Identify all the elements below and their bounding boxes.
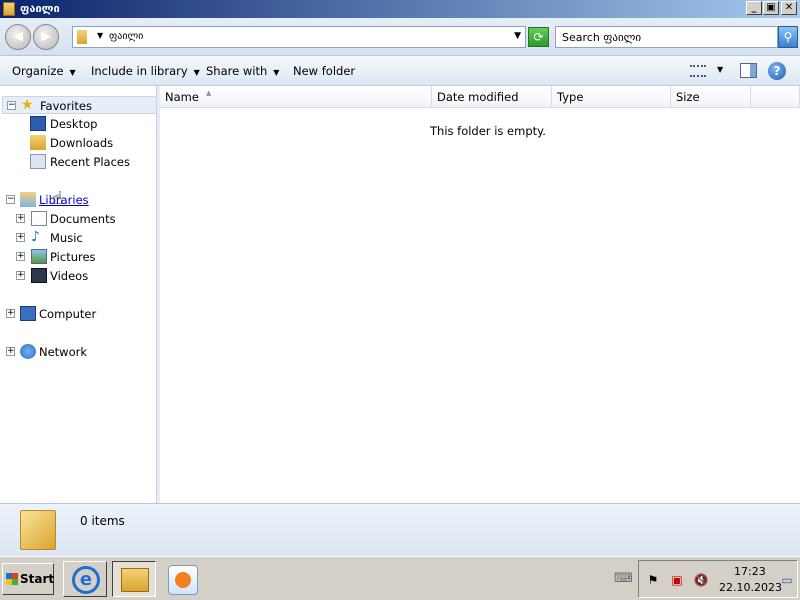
column-label: Size [676,90,700,104]
documents-icon [31,211,47,226]
search-placeholder: Search ფაილი [562,31,642,44]
chevron-down-icon: ▼ [69,68,76,77]
file-list[interactable]: Name ▲ Date modified Type Size This fold… [160,86,800,503]
change-view-icon[interactable] [690,65,706,77]
keyboard-icon[interactable]: ⌨ [614,571,633,586]
search-input[interactable]: Search ფაილი [555,26,778,48]
include-in-library-label: Include in library [91,64,188,78]
column-header-extra[interactable] [751,86,800,108]
organize-button[interactable]: Organize ▼ [12,64,76,78]
collapse-icon[interactable]: − [7,101,16,110]
expand-icon[interactable]: + [16,214,25,223]
videos-icon [31,268,47,283]
breadcrumb-arrow-icon[interactable]: ▼ [97,31,103,40]
downloads-icon [30,135,46,150]
music-icon: ♪ [31,229,40,245]
desktop-icon [30,116,46,131]
expand-icon[interactable]: + [16,271,25,280]
start-label: Start [20,572,55,586]
preview-pane-icon[interactable] [740,63,757,78]
include-in-library-button[interactable]: Include in library ▼ [91,64,200,78]
share-with-button[interactable]: Share with ▼ [206,64,279,78]
organize-label: Organize [12,64,64,78]
close-button[interactable]: ✕ [781,1,797,15]
nav-label: Music [50,231,83,245]
nav-label: Favorites [40,99,92,113]
nav-favorites[interactable]: − ★ Favorites [2,96,157,114]
address-bar[interactable]: ▼ ფაილი ▼ [72,26,526,48]
windows-explorer-icon [121,568,149,592]
internet-explorer-icon: e [72,566,100,594]
maximize-button[interactable]: ▣ [763,1,779,15]
windows-logo-icon [6,573,18,585]
taskbar-windows-explorer[interactable] [112,561,156,597]
new-folder-button[interactable]: New folder [293,64,355,78]
nav-label: Desktop [50,117,98,131]
recent-places-icon [30,154,46,169]
folder-icon [20,510,56,550]
folder-icon [3,2,15,16]
taskbar-internet-explorer[interactable]: e [63,561,107,597]
title-bar: ფაილი _ ▣ ✕ [0,0,800,18]
empty-folder-message: This folder is empty. [430,124,546,138]
address-dropdown-icon[interactable]: ▼ [514,31,521,41]
volume-muted-icon[interactable]: 🔇 [693,573,709,587]
taskbar: Start e ⌨ ⚑ ▣ 🔇 ▭ 17:23 22.10.2023 [0,556,800,600]
media-player-icon[interactable] [168,565,198,595]
pictures-icon [31,249,47,264]
command-bar: Organize ▼ Include in library ▼ Share with… [0,56,800,86]
details-pane: 0 items [0,503,800,556]
nav-label: Downloads [50,136,114,150]
computer-icon [20,306,36,321]
network-disconnected-icon[interactable]: ▣ [669,573,685,587]
refresh-button[interactable]: ⟳ [528,27,549,47]
action-center-flag-icon[interactable]: ⚑ [645,573,661,587]
nav-label: Computer [39,307,97,321]
start-button[interactable]: Start [2,563,54,595]
hand-cursor-icon: ☝ [52,188,63,209]
item-count: 0 items [80,514,125,528]
chevron-down-icon[interactable]: ▼ [717,65,723,74]
nav-label: Videos [50,269,89,283]
nav-label: Documents [50,212,116,226]
address-row: ◀ ▶ ▼ ფაილი ▼ ⟳ Search ფაილი ⚲ [0,18,800,56]
sort-ascending-icon: ▲ [206,89,212,97]
libraries-icon [20,192,36,207]
expand-icon[interactable]: + [6,347,15,356]
help-icon[interactable]: ? [768,62,786,80]
folder-icon [77,30,87,44]
collapse-icon[interactable]: − [6,195,15,204]
network-icon [20,344,36,359]
nav-label: Network [39,345,88,359]
column-header-size[interactable]: Size [671,86,751,108]
chevron-down-icon: ▼ [273,68,280,77]
column-header-name[interactable]: Name ▲ [160,86,432,108]
chevron-down-icon: ▼ [193,68,200,77]
search-icon[interactable]: ⚲ [778,26,798,48]
nav-label: Libraries [39,193,89,207]
navigation-pane: − ★ Favorites Desktop Downloads Recent P… [0,86,157,503]
expand-icon[interactable]: + [6,309,15,318]
clock-date[interactable]: 22.10.2023 [719,581,782,594]
share-with-label: Share with [206,64,268,78]
column-label: Date modified [437,90,519,104]
address-path[interactable]: ფაილი [109,31,143,42]
nav-label: Recent Places [50,155,130,169]
star-icon: ★ [21,97,34,113]
nav-label: Pictures [50,250,96,264]
forward-button[interactable]: ▶ [33,24,59,50]
column-label: Name [165,90,199,104]
expand-icon[interactable]: + [16,233,25,242]
minimize-button[interactable]: _ [746,1,762,15]
column-header-type[interactable]: Type [552,86,671,108]
back-button[interactable]: ◀ [5,24,31,50]
window-title: ფაილი [20,2,60,15]
column-label: Type [557,90,584,104]
column-header-date-modified[interactable]: Date modified [432,86,552,108]
clock-time[interactable]: 17:23 [734,565,766,578]
expand-icon[interactable]: + [16,252,25,261]
